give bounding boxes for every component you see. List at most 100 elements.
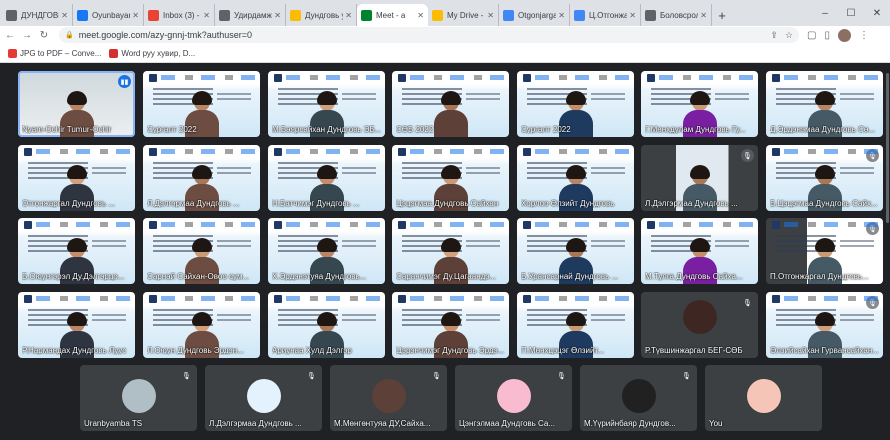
- tab-close-icon[interactable]: ✕: [629, 11, 636, 20]
- bookmark-item[interactable]: Word руу хувир, D...: [109, 48, 195, 58]
- tab-bar: ДУНДГОВЬ ✕ Oyunbayar ✕ Inbox (3) - ✕ Удирдамж ✕…: [0, 0, 890, 26]
- participant-name: Г.Мөнхдулам Дундговь Гу...: [645, 125, 746, 134]
- participant-tile[interactable]: Саранчимэг Ду.Цагаандэ...: [392, 218, 509, 284]
- participant-tile[interactable]: М.Баярсайхан Дундговь ЭБ...: [268, 71, 385, 137]
- browser-tab[interactable]: Meet - a ✕: [357, 4, 428, 26]
- tab-close-icon[interactable]: ✕: [345, 11, 352, 20]
- participant-tile[interactable]: Б.Урансарнай Дундговь ...: [517, 218, 634, 284]
- participant-name: Цэцэгмаа Дундговь Сайхан: [396, 199, 499, 208]
- participant-tile[interactable]: Л.Оюун Дундговь Эрдэн...: [143, 292, 260, 358]
- browser-tab[interactable]: Удирдамж ✕: [215, 4, 286, 26]
- tab-favicon-icon: [148, 9, 159, 21]
- share-icon[interactable]: ⇪: [770, 30, 778, 41]
- slide-text-block: [92, 314, 126, 324]
- browser-tab[interactable]: Otgonjargal ✕: [499, 4, 570, 26]
- hair: [565, 91, 586, 105]
- tab-favicon-icon: [219, 9, 230, 21]
- browser-tab[interactable]: Inbox (3) - ✕: [144, 4, 215, 26]
- tab-close-icon[interactable]: ✕: [61, 11, 68, 20]
- participant-tile[interactable]: 🎙 М.Үүрийнбаяр Дундгов...: [580, 365, 697, 431]
- tab-close-icon[interactable]: ✕: [274, 11, 281, 20]
- tab-label: Дундговь у: [305, 10, 344, 20]
- meet-grid: ▮▮ Nyam-Ochir Tumur-Ochir Сургалт 2022 М.Ба…: [0, 63, 890, 440]
- participant-tile[interactable]: You: [705, 365, 822, 431]
- participant-tile[interactable]: Ариунаа Хулд Дэлгэр: [268, 292, 385, 358]
- participant-tile[interactable]: 🎙 Л.Дэлгэрмаа Дундговь ...: [205, 365, 322, 431]
- browser-tab[interactable]: ДУНДГОВЬ ✕: [2, 4, 73, 26]
- url-field[interactable]: 🔒 meet.google.com/azy-gnnj-tmk?authuser=…: [59, 27, 799, 43]
- grid-scrollbar[interactable]: [886, 73, 889, 223]
- menu-icon[interactable]: ⋮: [859, 30, 869, 41]
- participant-tile[interactable]: 🎙 М.Мөнгөнтуяа ДУ,Сайха...: [330, 365, 447, 431]
- slide-text-block: [217, 314, 251, 324]
- slide-text-block: [591, 93, 625, 103]
- tab-close-icon[interactable]: ✕: [132, 11, 139, 20]
- tab-close-icon[interactable]: ✕: [487, 11, 494, 20]
- maximize-icon[interactable]: ☐: [838, 8, 864, 19]
- participant-tile[interactable]: М.Тулга Дундговь Сайха...: [641, 218, 758, 284]
- tab-favicon-icon: [6, 9, 17, 21]
- tab-close-icon[interactable]: ✕: [203, 11, 210, 20]
- bookmark-item[interactable]: JPG to PDF – Conve...: [8, 48, 101, 58]
- participant-tile[interactable]: Сургалт 2022: [517, 71, 634, 137]
- reload-icon[interactable]: ↻: [37, 30, 51, 41]
- participant-tile[interactable]: Х.Эрдэнэтуяа Дундговь...: [268, 218, 385, 284]
- profile-avatar[interactable]: [837, 28, 851, 42]
- browser-tab[interactable]: Дундговь у ✕: [286, 4, 357, 26]
- browser-tab[interactable]: My Drive - ✕: [428, 4, 499, 26]
- bookmark-star-icon[interactable]: ☆: [785, 30, 793, 41]
- participant-name: Сургалт 2022: [147, 125, 197, 134]
- participant-tile[interactable]: Б.Оюунгэрэл Ду.Дэлгэрцо...: [18, 218, 135, 284]
- tab-close-icon[interactable]: ✕: [558, 11, 565, 20]
- hair: [814, 238, 835, 252]
- hair: [689, 165, 710, 179]
- participant-tile[interactable]: 🎙 Цэнгэлмаа Дундговь Са...: [455, 365, 572, 431]
- participant-avatar: [682, 300, 717, 334]
- participant-tile[interactable]: Д.Эрдэнэмаа Дундговь Сө...: [766, 71, 883, 137]
- participant-tile[interactable]: 🎙 Р.Түвшинжаргал БЕГ-СӨБ: [641, 292, 758, 358]
- extensions-icon[interactable]: ▢: [807, 30, 816, 41]
- tab-close-icon[interactable]: ✕: [417, 11, 424, 20]
- participant-name: Л.Оюун Дундговь Эрдэн...: [147, 346, 244, 355]
- browser-tab[interactable]: Ц.Отгонжар✕: [570, 4, 641, 26]
- browser-tab[interactable]: Боловсрол ✕: [641, 4, 712, 26]
- tab-favicon-icon: [290, 9, 301, 21]
- mic-off-icon: 🎙: [743, 299, 752, 307]
- forward-icon[interactable]: →: [20, 30, 34, 41]
- tab-close-icon[interactable]: ✕: [700, 11, 707, 20]
- participant-tile[interactable]: Р.Нармандах Дундговь Луус: [18, 292, 135, 358]
- participant-tile[interactable]: 🎙 П.Отгонжаргал Дундговь...: [766, 218, 883, 284]
- address-bar: ← → ↻ 🔒 meet.google.com/azy-gnnj-tmk?aut…: [0, 26, 890, 44]
- participant-tile[interactable]: 🎙 Б.Цэцэгмаа Дундговь Сайх...: [766, 145, 883, 211]
- mic-off-icon: 🎙: [557, 372, 566, 380]
- participant-tile[interactable]: ▮▮ Nyam-Ochir Tumur-Ochir: [18, 71, 135, 137]
- participant-tile[interactable]: 🎙 Өлзийсайхан Гурвансайхан...: [766, 292, 883, 358]
- participant-tile[interactable]: Цэрэнчимэг Дундговь Эрдэ...: [392, 292, 509, 358]
- participant-tile[interactable]: Н.Батчимэг Дундговь ...: [268, 145, 385, 211]
- hair: [565, 312, 586, 326]
- participant-tile[interactable]: СӨБ 2022: [392, 71, 509, 137]
- minimize-icon[interactable]: –: [812, 8, 838, 19]
- tab-label: Inbox (3) -: [163, 10, 200, 20]
- hair: [814, 312, 835, 326]
- sidebar-icon[interactable]: ▯: [824, 30, 830, 41]
- participant-name: Сургалт 2022: [521, 125, 571, 134]
- participant-name: Р.Түвшинжаргал БЕГ-СӨБ: [645, 346, 743, 355]
- participant-tile[interactable]: Цэцэгмаа Дундговь Сайхан: [392, 145, 509, 211]
- participant-tile[interactable]: Сургалт 2022: [143, 71, 260, 137]
- close-window-icon[interactable]: ✕: [864, 8, 890, 19]
- participant-tile[interactable]: 🎙 Uranbyamba TS: [80, 365, 197, 431]
- participant-tile[interactable]: Л.Дэлгэрмаа Дундговь ...: [143, 145, 260, 211]
- participant-tile[interactable]: П.Мөнхцэцэг Өлзийт...: [517, 292, 634, 358]
- new-tab-button[interactable]: +: [712, 4, 732, 26]
- participant-tile[interactable]: 🎙 Л.Дэлгэрмаа Дундговь ...: [641, 145, 758, 211]
- back-icon[interactable]: ←: [3, 30, 17, 41]
- bookmark-favicon-icon: [109, 48, 119, 58]
- participant-tile[interactable]: Г.Мөнхдулам Дундговь Гу...: [641, 71, 758, 137]
- participant-tile[interactable]: Хорлоо Өлзийт Дундговь: [517, 145, 634, 211]
- participant-tile[interactable]: Отгонжаргал Дундговь ...: [18, 145, 135, 211]
- browser-tab[interactable]: Oyunbayar ✕: [73, 4, 144, 26]
- participant-tile[interactable]: Сарнай Сайхан-Овоо сум...: [143, 218, 260, 284]
- hair: [440, 165, 461, 179]
- slide-text-block: [840, 314, 874, 324]
